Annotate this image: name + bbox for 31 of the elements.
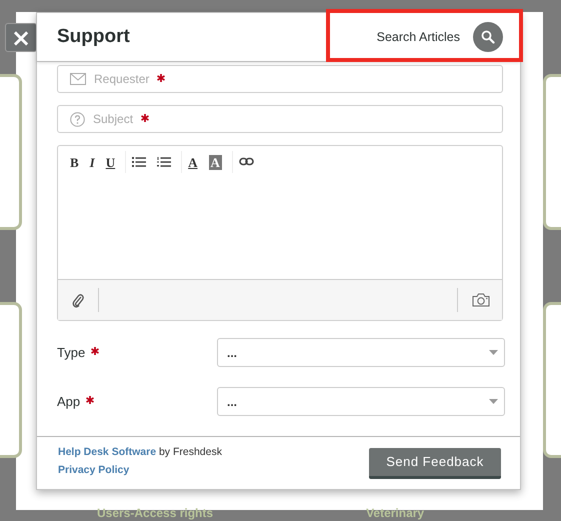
rich-text-editor[interactable]: B I U A A — [57, 145, 503, 321]
text-color-button[interactable]: A — [188, 156, 198, 168]
italic-button[interactable]: I — [90, 156, 95, 168]
dropdown-field[interactable]: ... — [217, 387, 505, 416]
category-label: Users-Access rights — [97, 506, 214, 520]
powered-by-text: Help Desk Software by Freshdesk — [58, 446, 222, 458]
category-label: Veterinary — [366, 506, 424, 520]
input-placeholder: Requester — [94, 72, 150, 86]
field-label: App — [57, 394, 80, 409]
search-icon[interactable] — [473, 22, 503, 52]
camera-icon[interactable] — [472, 293, 490, 307]
bold-button[interactable]: B — [70, 156, 79, 168]
dialog-title: Support — [57, 26, 130, 48]
search-articles-link[interactable]: Search Articles — [376, 30, 460, 44]
caret-icon — [489, 399, 498, 404]
envelope-icon — [70, 73, 86, 85]
field-label: Type — [57, 345, 86, 360]
link-icon[interactable] — [238, 157, 255, 167]
underline-button[interactable]: U — [106, 156, 116, 168]
question-icon — [70, 112, 85, 126]
help-desk-link[interactable]: Help Desk Software — [58, 446, 156, 458]
dropdown-field[interactable]: ... — [217, 338, 505, 367]
paperclip-icon[interactable] — [72, 292, 84, 308]
caret-icon — [489, 350, 498, 355]
privacy-policy-link[interactable]: Privacy Policy — [58, 464, 222, 476]
input-placeholder: Subject — [93, 112, 134, 126]
highlight-color-button[interactable]: A — [208, 154, 222, 170]
close-button[interactable]: × — [5, 23, 37, 52]
send-feedback-button[interactable]: Send Feedback — [369, 448, 501, 478]
bullet-list-icon[interactable] — [132, 157, 146, 167]
numbered-list-icon[interactable] — [157, 157, 172, 167]
